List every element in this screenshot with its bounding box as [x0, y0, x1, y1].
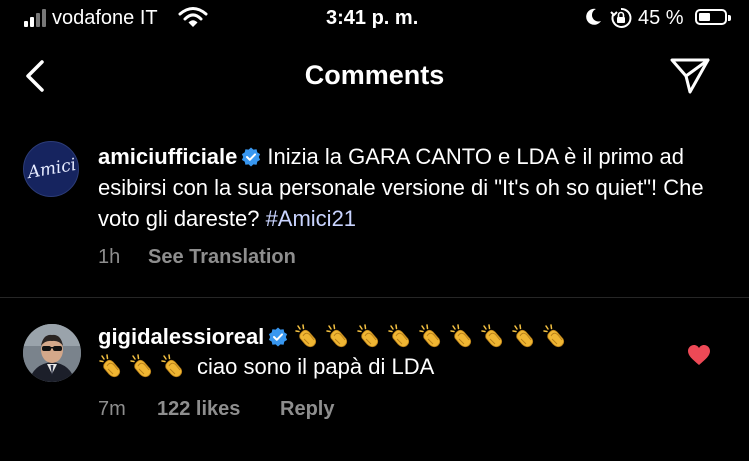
see-translation-button[interactable]: See Translation: [148, 246, 296, 269]
clapping-hands-emoji-group: [294, 324, 573, 349]
send-icon[interactable]: [668, 56, 712, 96]
clock: 3:41 p. m.: [326, 7, 419, 29]
hashtag-link[interactable]: #Amici21: [266, 206, 356, 231]
status-bar: vodafone IT 3:41 p. m. 45 %: [0, 0, 749, 40]
clapping-hands-emoji: [450, 324, 472, 348]
wifi-icon: [178, 7, 208, 27]
clapping-hands-emoji: [99, 354, 121, 378]
verified-badge-icon: [242, 147, 261, 167]
clapping-hands-emoji: [161, 354, 183, 378]
comment: gigidalessioreal ciao sono il papà di LD…: [0, 300, 749, 461]
post-caption: Amici amiciufficiale Inizia la GARA CANT…: [0, 128, 749, 298]
caption-text-block: amiciufficiale Inizia la GARA CANTO e LD…: [98, 141, 718, 234]
avatar[interactable]: Amici: [23, 141, 79, 197]
clapping-hands-emoji: [295, 324, 317, 348]
battery-percent: 45 %: [638, 7, 684, 29]
signal-icon: [24, 9, 50, 27]
reply-button[interactable]: Reply: [280, 398, 334, 421]
caption-username[interactable]: amiciufficiale: [98, 144, 237, 169]
clapping-hands-emoji: [388, 324, 410, 348]
nav-bar: Comments: [0, 40, 749, 115]
amici-logo: Amici: [26, 154, 78, 184]
page-title: Comments: [304, 60, 445, 90]
likes-count-button[interactable]: 122 likes: [157, 398, 240, 421]
clapping-hands-emoji: [512, 324, 534, 348]
clapping-hands-emoji: [357, 324, 379, 348]
clapping-hands-emoji-group: [98, 354, 191, 379]
clapping-hands-emoji: [419, 324, 441, 348]
battery-fill: [699, 13, 710, 21]
avatar[interactable]: [23, 324, 81, 382]
divider: [0, 297, 749, 298]
comment-username[interactable]: gigidalessioreal: [98, 324, 264, 349]
heart-icon[interactable]: [687, 344, 711, 366]
clapping-hands-emoji: [326, 324, 348, 348]
clapping-hands-emoji: [543, 324, 565, 348]
clapping-hands-emoji: [130, 354, 152, 378]
orientation-lock-icon: [610, 7, 632, 28]
profile-photo: [23, 324, 81, 382]
comment-text: ciao sono il papà di LDA: [197, 354, 435, 379]
comment-text-block: gigidalessioreal ciao sono il papà di LD…: [98, 322, 658, 382]
battery-icon: [695, 9, 731, 25]
moon-icon: [586, 8, 601, 25]
caption-time: 1h: [98, 246, 121, 268]
comment-time: 7m: [98, 398, 126, 420]
verified-badge-icon: [269, 327, 288, 347]
carrier-name: vodafone IT: [52, 7, 158, 29]
clapping-hands-emoji: [481, 324, 503, 348]
